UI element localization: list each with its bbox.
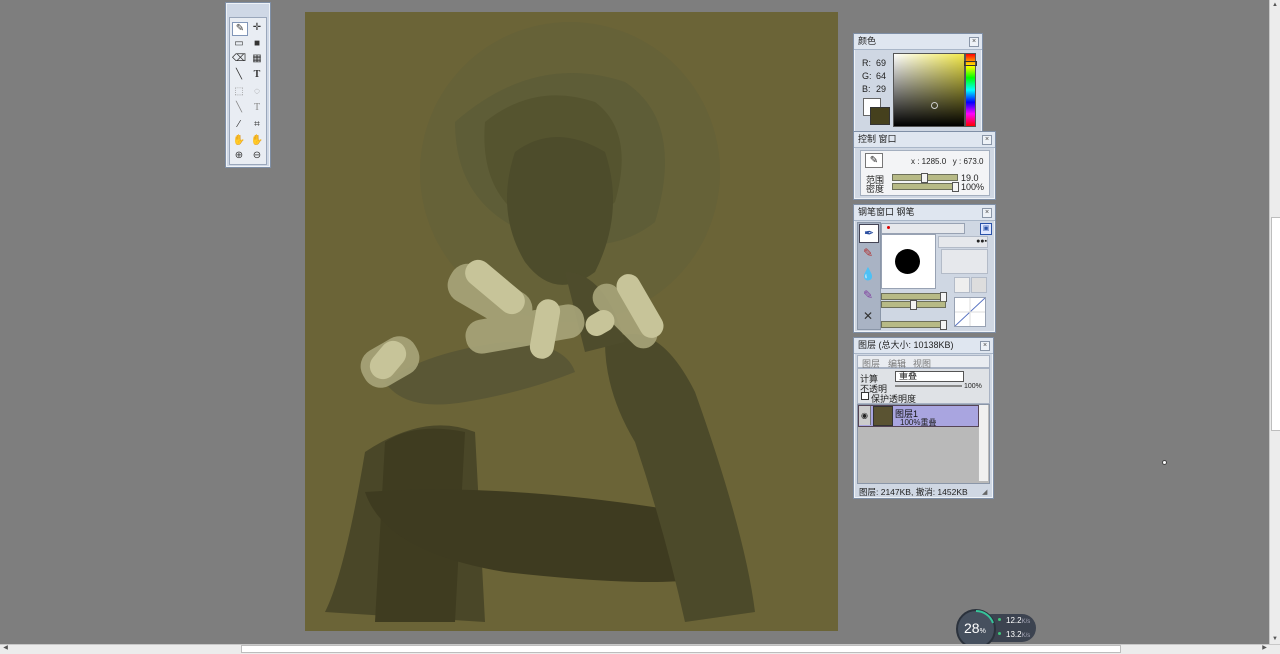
download-value: 13.2: [1006, 630, 1022, 639]
cpu-percent: 28%: [964, 620, 986, 636]
hand-tool-icon[interactable]: ✋: [232, 135, 246, 147]
move-tool-icon[interactable]: ✛: [250, 22, 264, 34]
save-brush-icon[interactable]: ▣: [980, 223, 992, 235]
layer-visibility-eye-icon[interactable]: ◉: [859, 406, 871, 425]
toolbox-panel: ✎ ✛ ▭ ■ ⌫ ▦ ╲ T ⬚ ◌ ╲ T ⁄ ⌗ ✋ ✋ ⊕ ⊖: [225, 2, 271, 168]
close-icon[interactable]: ×: [982, 135, 992, 145]
close-icon[interactable]: ×: [980, 341, 990, 351]
layer-info: 100%重叠: [900, 418, 937, 427]
b-value: 29: [876, 84, 887, 94]
brush-texture-swatch-a[interactable]: [954, 277, 970, 293]
brush-shape-options[interactable]: ●●▪: [938, 236, 988, 248]
layer-panel: 图层 (总大小: 10138KB) × 图层 编辑 视图 计算 重叠 不透明 1…: [853, 337, 994, 499]
brush-top-bar[interactable]: [881, 223, 965, 234]
scroll-up-arrow-icon[interactable]: ▲: [1270, 0, 1280, 10]
eraser-brush-icon[interactable]: ✕: [859, 308, 877, 325]
brush-red-dot-icon: [887, 226, 890, 229]
upload-arrow-icon: [998, 618, 1001, 621]
brush-dot-icon: [895, 249, 920, 274]
pencil-tool-icon[interactable]: ✎: [232, 22, 248, 36]
rect-select-tool-icon[interactable]: ▭: [232, 38, 246, 50]
vertical-text-tool-icon[interactable]: T: [250, 102, 264, 114]
download-speed: 13.2K/s: [1006, 630, 1030, 639]
opacity-value: 100%: [964, 383, 982, 390]
water-brush-icon[interactable]: 💧: [859, 266, 877, 283]
opacity-slider[interactable]: [895, 385, 962, 387]
download-arrow-icon: [998, 632, 1001, 635]
close-icon[interactable]: ×: [982, 208, 992, 218]
network-monitor-widget[interactable]: 28% 12.2K/s 13.2K/s: [956, 609, 1038, 649]
eyedropper-tool-icon[interactable]: ⁄: [232, 119, 246, 131]
upload-unit: K/s: [1021, 619, 1031, 625]
brush-size-slider[interactable]: [881, 292, 947, 302]
marker-brush-icon[interactable]: ✎: [859, 287, 877, 304]
foreground-color-swatch[interactable]: [870, 107, 890, 125]
protect-alpha-checkbox[interactable]: [861, 392, 869, 400]
canvas-painting: [325, 22, 755, 622]
brush-texture-swatch-b[interactable]: [971, 277, 987, 293]
fill-rect-tool-icon[interactable]: ■: [250, 38, 264, 50]
close-icon[interactable]: ×: [969, 37, 979, 47]
layer-list-scrollbar[interactable]: [978, 405, 988, 481]
eraser-tool-icon[interactable]: ⌫: [232, 53, 246, 65]
zoom-out-tool-icon[interactable]: ⊖: [250, 150, 264, 162]
hue-marker-icon: [964, 61, 977, 66]
density-slider[interactable]: [892, 182, 959, 192]
upload-value: 12.2: [1006, 616, 1022, 625]
density-label: 密度: [866, 184, 885, 194]
zoom-in-tool-icon[interactable]: ⊕: [232, 150, 246, 162]
cursor-dot-icon: [1162, 460, 1167, 465]
g-label: G:: [862, 71, 872, 81]
color-panel-title: 颜色: [854, 34, 982, 50]
pen-brush-icon[interactable]: ✒: [859, 224, 879, 243]
vertical-scroll-thumb[interactable]: [1271, 217, 1280, 431]
drawing-canvas[interactable]: [305, 12, 838, 631]
pressure-curve-graph[interactable]: [954, 297, 986, 327]
brush-texture-options[interactable]: [941, 249, 988, 274]
g-value: 64: [876, 71, 887, 81]
download-unit: K/s: [1021, 633, 1031, 639]
picker-cursor-icon: [931, 102, 938, 109]
rotate-hand-tool-icon[interactable]: ✋: [250, 135, 264, 147]
marquee-tool-icon[interactable]: ⬚: [232, 86, 246, 98]
brush-blend-slider[interactable]: [881, 320, 947, 330]
scroll-right-arrow-icon[interactable]: ▶: [1260, 644, 1269, 653]
scroll-left-arrow-icon[interactable]: ◀: [1, 644, 10, 653]
r-value: 69: [876, 58, 887, 68]
brush-panel: 钢笔窗口 钢笔 × ✒ ✎ 💧 ✎ ✕ ▣ ●●▪: [853, 204, 996, 333]
straight-line-tool-icon[interactable]: ╲: [232, 102, 246, 114]
b-label: B:: [862, 84, 871, 94]
blend-mode-select[interactable]: 重叠: [895, 371, 964, 382]
upload-speed: 12.2K/s: [1006, 616, 1030, 625]
layer-thumbnail: [873, 406, 893, 426]
layer-status: 图层: 2147KB, 撤消: 1452KB: [859, 487, 968, 497]
lasso-tool-icon[interactable]: ◌: [250, 86, 264, 98]
resize-grip-icon[interactable]: ◢: [982, 488, 987, 496]
control-panel-title: 控制 窗口: [854, 132, 995, 148]
cursor-coordinates: x : 1285.0 y : 673.0: [911, 157, 984, 166]
layer-panel-title: 图层 (总大小: 10138KB): [854, 338, 993, 354]
saturation-value-picker[interactable]: [893, 53, 965, 127]
range-slider[interactable]: [892, 173, 958, 183]
brush-panel-title: 钢笔窗口 钢笔: [854, 205, 995, 221]
crop-tool-icon[interactable]: ⌗: [250, 119, 264, 131]
text-tool-icon[interactable]: T: [250, 69, 264, 81]
line-tool-icon[interactable]: ╲: [232, 69, 246, 81]
color-panel: 颜色 × R: 69 G: 64 B: 29: [853, 33, 983, 133]
pressure-curve-icon: [955, 298, 985, 326]
airbrush-icon[interactable]: ✎: [859, 245, 877, 262]
pen-mode-icon[interactable]: ✎: [865, 153, 883, 168]
cpu-percent-unit: %: [979, 628, 986, 635]
cpu-percent-value: 28: [964, 620, 980, 636]
brush-density-slider[interactable]: [881, 300, 946, 310]
scroll-down-arrow-icon[interactable]: ▼: [1270, 634, 1280, 644]
control-panel: 控制 窗口 × ✎ x : 1285.0 y : 673.0 范围 19.0 密…: [853, 131, 996, 200]
density-value: 100%: [961, 182, 985, 192]
r-label: R:: [862, 58, 871, 68]
horizontal-scroll-thumb[interactable]: [241, 645, 1121, 653]
gradient-tool-icon[interactable]: ▦: [250, 53, 264, 65]
